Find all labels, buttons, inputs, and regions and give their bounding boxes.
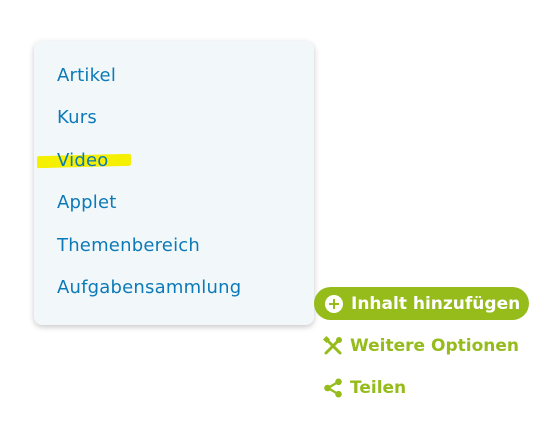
- menu-item-label: Applet: [57, 192, 117, 213]
- menu-item-aufgabensammlung[interactable]: Aufgabensammlung: [57, 277, 241, 299]
- share-icon: [322, 377, 344, 399]
- menu-item-label: Kurs: [57, 107, 97, 128]
- more-options-link[interactable]: Weitere Optionen: [322, 335, 519, 357]
- plus-circle-icon: [325, 294, 343, 313]
- add-content-button[interactable]: Inhalt hinzufügen: [314, 287, 529, 320]
- share-link[interactable]: Teilen: [322, 377, 406, 399]
- menu-item-themenbereich[interactable]: Themenbereich: [57, 235, 200, 257]
- more-options-label: Weitere Optionen: [350, 336, 519, 356]
- tools-icon: [322, 335, 344, 357]
- share-label: Teilen: [350, 378, 407, 398]
- menu-item-applet[interactable]: Applet: [57, 192, 117, 214]
- menu-item-label: Themenbereich: [57, 235, 200, 256]
- menu-item-artikel[interactable]: Artikel: [57, 65, 116, 87]
- add-content-label: Inhalt hinzufügen: [351, 293, 521, 314]
- menu-item-label: Video: [57, 150, 109, 171]
- menu-item-label: Artikel: [57, 65, 117, 86]
- menu-item-label: Aufgabensammlung: [57, 277, 242, 298]
- menu-item-video[interactable]: Video: [37, 150, 131, 172]
- content-type-dropdown: Artikel Kurs Video Applet Themenbereich …: [34, 41, 314, 325]
- page: Artikel Kurs Video Applet Themenbereich …: [0, 0, 548, 425]
- menu-item-kurs[interactable]: Kurs: [57, 107, 97, 129]
